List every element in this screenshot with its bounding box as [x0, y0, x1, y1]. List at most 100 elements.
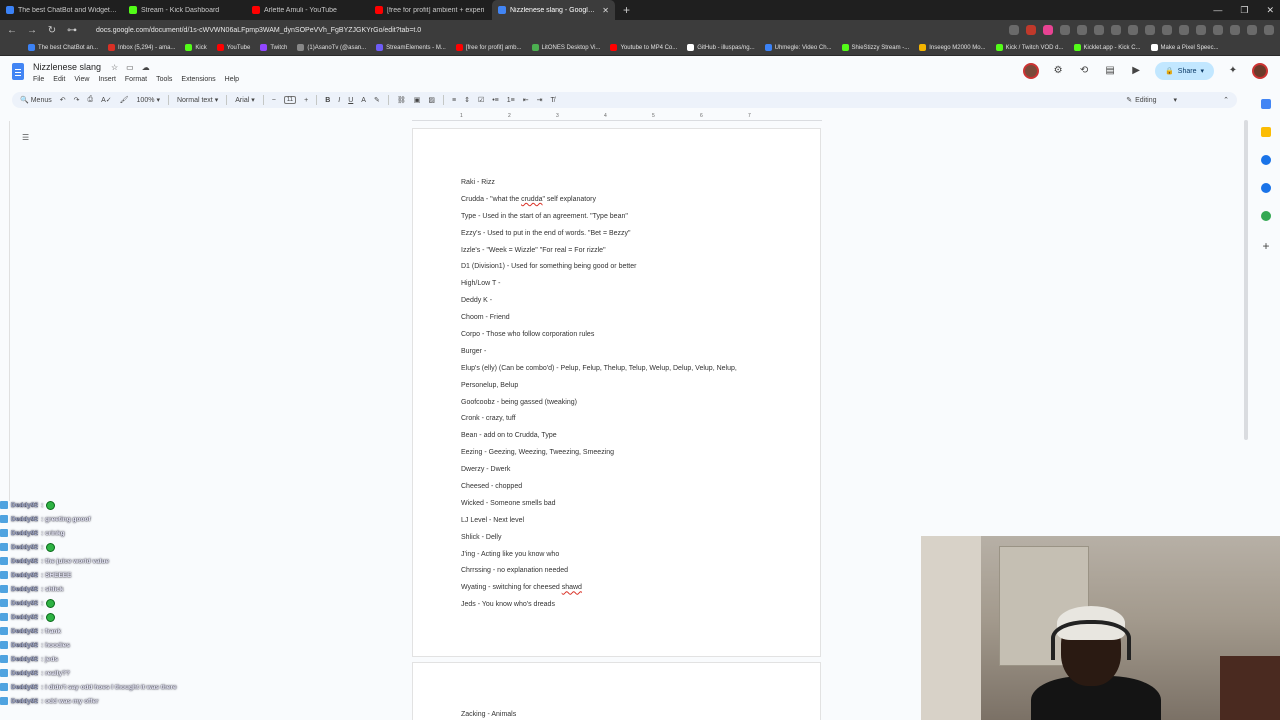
menu-item-format[interactable]: Format [125, 76, 147, 83]
contacts-icon[interactable] [1261, 183, 1271, 193]
bookmark-item[interactable]: Make a Pixel Speec... [1150, 44, 1219, 51]
document-line[interactable]: Dwerzy - Dwerk [461, 465, 737, 482]
meet-icon[interactable]: ▶ [1129, 64, 1143, 78]
document-line[interactable]: Cronk - crazy, tuff [461, 414, 737, 431]
document-line[interactable]: Elup's (elly) (Can be combo'd) - Pelup, … [461, 364, 737, 381]
increase-indent-icon[interactable]: ⇥ [537, 96, 543, 104]
document-line[interactable]: Wicked - Someone smells bad [461, 499, 737, 516]
undo-icon[interactable]: ↶ [60, 96, 66, 104]
document-line[interactable]: D1 (Division1) - Used for something bein… [461, 262, 737, 279]
document-line[interactable]: Izzle's - "Week = Wizzle" "For real = Fo… [461, 246, 737, 263]
vertical-ruler[interactable] [0, 121, 10, 501]
bookmark-item[interactable]: GitHub - illuspas/ng... [687, 44, 755, 51]
browser-tab[interactable]: Nizzlenese slang - Google Docs✕ [492, 0, 615, 20]
italic-icon[interactable]: I [338, 97, 340, 104]
move-folder-icon[interactable]: ▭ [126, 63, 134, 72]
cloud-status-icon[interactable]: ☁ [142, 63, 150, 72]
close-tab-icon[interactable]: ✕ [602, 6, 609, 15]
extension-icon[interactable] [1077, 25, 1087, 35]
gemini-icon[interactable]: ⚙ [1051, 64, 1065, 78]
misspelled-word[interactable]: crudda [521, 196, 542, 203]
zoom-select[interactable]: 100% ▾ [137, 96, 160, 105]
extension-icon[interactable] [1128, 25, 1138, 35]
increase-font-icon[interactable]: + [304, 97, 308, 104]
misspelled-word[interactable]: shawd [562, 584, 582, 591]
collapse-toolbar-icon[interactable]: ⌃ [1223, 96, 1229, 104]
reload-icon[interactable]: ↻ [46, 25, 58, 36]
extension-icon[interactable] [1179, 25, 1189, 35]
editing-mode-select[interactable]: ✎ Editing ▾ [1126, 92, 1177, 108]
font-size-input[interactable]: 11 [283, 96, 297, 104]
document-line[interactable]: Type - Used in the start of an agreement… [461, 212, 737, 229]
comment-icon[interactable]: ▣ [414, 96, 421, 104]
extension-icon[interactable] [1043, 25, 1053, 35]
extension-icon[interactable] [1145, 25, 1155, 35]
bookmark-item[interactable]: Youtube to MP4 Co... [610, 44, 677, 51]
extension-icon[interactable] [1094, 25, 1104, 35]
text-color-icon[interactable]: A [361, 97, 366, 104]
document-line[interactable]: Shlick - Delly [461, 533, 737, 550]
scrollbar[interactable] [1244, 120, 1248, 440]
maps-icon[interactable] [1261, 211, 1271, 221]
underline-icon[interactable]: U [348, 97, 353, 104]
extension-icon[interactable] [1230, 25, 1240, 35]
calendar-icon[interactable] [1261, 99, 1271, 109]
document-page[interactable]: Raki - Rizz Crudda - "what the crudda" se… [412, 128, 821, 657]
print-icon[interactable]: ⎙ [87, 96, 93, 104]
document-outline-icon[interactable]: ☰ [22, 133, 29, 142]
star-icon[interactable]: ☆ [111, 63, 118, 72]
search-menus[interactable]: 🔍 Menus [20, 96, 52, 105]
bookmark-item[interactable]: Twitch [260, 44, 287, 51]
new-tab-button[interactable]: + [615, 3, 638, 17]
document-title[interactable]: Nizzlenese slang [33, 62, 101, 72]
style-select[interactable]: Normal text ▾ [177, 96, 218, 105]
docs-logo-icon[interactable] [12, 63, 24, 80]
bookmark-item[interactable]: YouTube [216, 44, 250, 51]
document-line[interactable]: Choom - Friend [461, 313, 737, 330]
menu-item-insert[interactable]: Insert [98, 76, 116, 83]
document-line[interactable]: Cheesed - chopped [461, 482, 737, 499]
bookmark-item[interactable]: Inseego M2000 Mo... [919, 44, 986, 51]
extension-icon[interactable] [1264, 25, 1274, 35]
bookmark-item[interactable]: ShieStizzy Stream -... [841, 44, 909, 51]
menu-item-edit[interactable]: Edit [53, 76, 65, 83]
menu-item-extensions[interactable]: Extensions [181, 76, 215, 83]
document-line[interactable]: Ezzy's - Used to put in the end of words… [461, 229, 737, 246]
bookmark-item[interactable]: Kick / Twitch VOD d... [995, 44, 1064, 51]
clear-formatting-icon[interactable]: T̸ [551, 97, 555, 104]
menu-item-help[interactable]: Help [225, 76, 239, 83]
numbered-list-icon[interactable]: 1≡ [507, 97, 515, 104]
collaborator-avatar[interactable] [1023, 63, 1040, 79]
document-line[interactable]: Corpo - Those who follow corporation rul… [461, 330, 737, 347]
menu-item-file[interactable]: File [33, 76, 44, 83]
extension-icon[interactable] [1162, 25, 1172, 35]
document-line[interactable]: Crudda - "what the crudda" self explanat… [461, 195, 737, 212]
bookmark-item[interactable]: Kick [185, 44, 207, 51]
tasks-icon[interactable] [1261, 155, 1271, 165]
comments-icon[interactable]: ▤ [1103, 64, 1117, 78]
menu-item-tools[interactable]: Tools [156, 76, 172, 83]
align-icon[interactable]: ≡ [452, 97, 456, 104]
spellcheck-icon[interactable]: A✓ [101, 96, 112, 104]
bookmark-item[interactable]: The best ChatBot an... [28, 44, 98, 51]
site-info-icon[interactable]: ⊶ [66, 25, 78, 36]
extension-icon[interactable] [1213, 25, 1223, 35]
extension-icon[interactable] [1026, 25, 1036, 35]
document-body[interactable]: Raki - Rizz Crudda - "what the crudda" se… [461, 178, 737, 617]
bookmark-item[interactable]: Uhmegle: Video Ch... [764, 44, 832, 51]
document-line[interactable]: Burger - [461, 347, 737, 364]
forward-icon[interactable]: → [26, 25, 38, 36]
highlight-icon[interactable]: ✎ [374, 96, 380, 104]
image-icon[interactable]: ▨ [428, 96, 435, 104]
document-line[interactable]: Eezing - Geezing, Weezing, Tweezing, Sme… [461, 448, 737, 465]
share-button[interactable]: 🔒 Share ▾ [1155, 62, 1214, 80]
close-window-icon[interactable]: ✕ [1266, 5, 1274, 16]
bookmark-item[interactable]: Inbox (5,294) - ama... [108, 44, 175, 51]
document-line[interactable]: Goofcoobz - being gassed (tweaking) [461, 398, 737, 415]
back-icon[interactable]: ← [6, 25, 18, 36]
browser-tab[interactable]: Stream - Kick Dashboard [123, 0, 246, 20]
document-line[interactable]: J'ing - Acting like you know who [461, 550, 737, 567]
document-line[interactable]: Bean - add on to Crudda, Type [461, 431, 737, 448]
bookmark-item[interactable]: StreamElements - M... [376, 44, 446, 51]
maximize-icon[interactable]: ❐ [1240, 5, 1248, 16]
